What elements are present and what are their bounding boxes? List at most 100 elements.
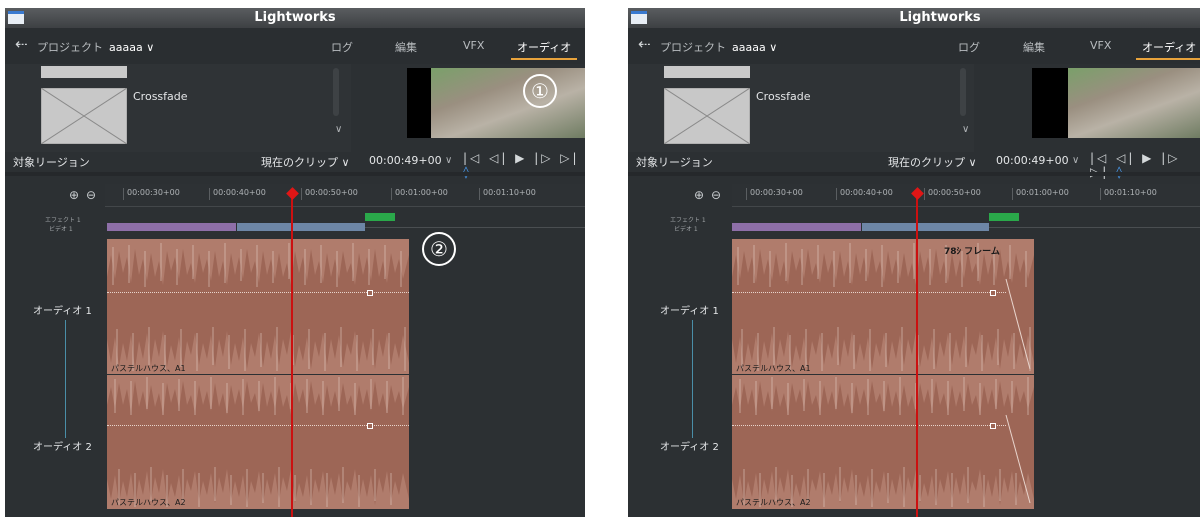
lightworks-window-after: Lightworks ⇠ プロジェクト aaaaa ∨ ログ 編集 VFX オーデ… bbox=[628, 8, 1200, 517]
target-region-label: 対象リージョン bbox=[636, 156, 713, 169]
tab-vfx[interactable]: VFX bbox=[1090, 39, 1111, 52]
clip-label-a1: パステルハウス、A1 bbox=[736, 364, 811, 373]
effects-scrollbar[interactable] bbox=[333, 68, 339, 116]
zoom-out-icon[interactable]: ⊖ bbox=[86, 188, 96, 202]
annotation-badge-2: ② bbox=[422, 232, 456, 266]
target-region-dropdown[interactable]: 現在のクリップ ∨ bbox=[261, 154, 350, 170]
audio-track-2-label: オーディオ 2 bbox=[33, 442, 92, 453]
ruler-tick: 00:00:30+00 bbox=[746, 188, 803, 200]
title-bar: Lightworks bbox=[5, 8, 585, 28]
video-clip-blue[interactable] bbox=[862, 223, 989, 231]
crossfade-thumbnail[interactable] bbox=[41, 88, 127, 144]
exit-icon[interactable]: ⇠ bbox=[15, 36, 31, 52]
effect-item-crossfade[interactable]: Crossfade bbox=[756, 90, 811, 103]
clip-label-a2: パステルハウス、A2 bbox=[736, 498, 811, 507]
audio-link-line bbox=[65, 320, 66, 438]
tab-log[interactable]: ログ bbox=[958, 39, 980, 55]
audio-link-line bbox=[692, 320, 693, 438]
chevron-down-icon[interactable]: ∨ bbox=[335, 124, 342, 135]
waveform-a1 bbox=[732, 239, 1034, 374]
tab-audio[interactable]: オーディオ bbox=[510, 39, 578, 60]
waveform-a1 bbox=[107, 239, 409, 374]
transport-icons[interactable]: |◁ ◁| ▶ |▷ ▷| bbox=[463, 151, 580, 165]
ruler-tick: 00:01:00+00 bbox=[1012, 188, 1069, 200]
tab-edit[interactable]: 編集 bbox=[1023, 39, 1045, 55]
window-title: Lightworks bbox=[254, 10, 336, 25]
effects-scrollbar[interactable] bbox=[960, 68, 966, 116]
timecode-chevron-icon[interactable]: ∨ bbox=[1072, 155, 1079, 166]
audio-clip-a1[interactable]: 78ｼ フレーム パステルハウス、A1 bbox=[732, 239, 1034, 374]
audio-clip-a1[interactable]: パステルハウス、A1 bbox=[107, 239, 409, 374]
annotation-badge-1: ① bbox=[523, 74, 557, 108]
target-region-dropdown[interactable]: 現在のクリップ ∨ bbox=[888, 154, 977, 170]
effects-panel: Crossfade ∨ bbox=[628, 64, 974, 152]
ruler-tick: 00:01:00+00 bbox=[391, 188, 448, 200]
fade-frames-label: 78ｼ フレーム bbox=[944, 247, 1000, 257]
playhead[interactable] bbox=[291, 192, 293, 517]
title-bar: Lightworks bbox=[628, 8, 1200, 28]
effect-track-label: エフェクト 1 bbox=[670, 217, 706, 224]
volume-line[interactable] bbox=[107, 425, 409, 426]
volume-line[interactable] bbox=[107, 292, 409, 293]
video-track-line bbox=[989, 227, 1200, 228]
ruler-tick: 00:00:40+00 bbox=[836, 188, 893, 200]
tab-audio[interactable]: オーディオ bbox=[1135, 39, 1200, 60]
viewer-panel bbox=[984, 64, 1200, 152]
audio-clip-a2[interactable]: パステルハウス、A2 bbox=[732, 375, 1034, 509]
ruler-tick: 00:00:40+00 bbox=[209, 188, 266, 200]
effect-track-label: エフェクト 1 bbox=[45, 217, 81, 224]
volume-keyframe[interactable] bbox=[990, 423, 996, 429]
project-name[interactable]: aaaaa ∨ bbox=[732, 41, 777, 54]
video-clip-blue[interactable] bbox=[237, 223, 365, 231]
audio-track-1-label: オーディオ 1 bbox=[33, 306, 92, 317]
effect-clip[interactable] bbox=[365, 213, 395, 221]
timecode-display[interactable]: 00:00:49+00 bbox=[369, 154, 442, 167]
project-selector[interactable]: プロジェクト aaaaa ∨ bbox=[37, 39, 154, 55]
ruler-tick: 00:00:50+00 bbox=[301, 188, 358, 200]
menu-bar: ⇠ プロジェクト aaaaa ∨ ログ 編集 VFX オーディオ bbox=[628, 28, 1200, 64]
volume-keyframe[interactable] bbox=[367, 423, 373, 429]
chevron-down-icon[interactable]: ∨ bbox=[962, 124, 969, 135]
volume-keyframe[interactable] bbox=[990, 290, 996, 296]
tab-edit[interactable]: 編集 bbox=[395, 39, 417, 55]
video-clip-purple[interactable] bbox=[732, 223, 861, 231]
crossfade-thumbnail[interactable] bbox=[664, 88, 750, 144]
video-preview bbox=[1068, 68, 1200, 138]
video-preview bbox=[431, 68, 585, 138]
volume-keyframe[interactable] bbox=[367, 290, 373, 296]
video-clip-purple[interactable] bbox=[107, 223, 236, 231]
tab-vfx[interactable]: VFX bbox=[463, 39, 484, 52]
effect-thumbnail-top bbox=[664, 66, 750, 78]
ruler-tick: 00:00:50+00 bbox=[924, 188, 981, 200]
project-selector[interactable]: プロジェクト aaaaa ∨ bbox=[660, 39, 777, 55]
ruler-tick: 00:01:10+00 bbox=[479, 188, 536, 200]
video-letterbox bbox=[1032, 68, 1068, 138]
effect-clip[interactable] bbox=[989, 213, 1019, 221]
timecode-chevron-icon[interactable]: ∨ bbox=[445, 155, 452, 166]
target-region-label: 対象リージョン bbox=[13, 156, 90, 169]
playhead[interactable] bbox=[916, 192, 918, 517]
video-track-line bbox=[365, 227, 585, 228]
zoom-in-icon[interactable]: ⊕ bbox=[69, 188, 79, 202]
menu-bar: ⇠ プロジェクト aaaaa ∨ ログ 編集 VFX オーディオ bbox=[5, 28, 585, 64]
effect-item-crossfade[interactable]: Crossfade bbox=[133, 90, 188, 103]
ruler-tick: 00:01:10+00 bbox=[1100, 188, 1157, 200]
zoom-out-icon[interactable]: ⊖ bbox=[711, 188, 721, 202]
timeline-ruler[interactable]: 00:00:30+00 00:00:40+00 00:00:50+00 00:0… bbox=[732, 184, 1200, 207]
volume-line[interactable] bbox=[732, 425, 1006, 426]
waveform-a2 bbox=[732, 375, 1034, 509]
audio-clip-a2[interactable]: パステルハウス、A2 bbox=[107, 375, 409, 509]
exit-icon[interactable]: ⇠ bbox=[638, 36, 654, 52]
volume-line[interactable] bbox=[732, 292, 1006, 293]
audio-track-1-label: オーディオ 1 bbox=[660, 306, 719, 317]
project-name[interactable]: aaaaa ∨ bbox=[109, 41, 154, 54]
zoom-in-icon[interactable]: ⊕ bbox=[694, 188, 704, 202]
separator bbox=[5, 172, 585, 176]
effects-panel: Crossfade ∨ bbox=[5, 64, 351, 152]
tab-log[interactable]: ログ bbox=[331, 39, 353, 55]
separator bbox=[628, 172, 1200, 176]
timeline-ruler[interactable]: 00:00:30+00 00:00:40+00 00:00:50+00 00:0… bbox=[105, 184, 585, 207]
clip-label-a2: パステルハウス、A2 bbox=[111, 498, 186, 507]
timecode-display[interactable]: 00:00:49+00 bbox=[996, 154, 1069, 167]
lightworks-window-before: Lightworks ⇠ プロジェクト aaaaa ∨ ログ 編集 VFX オーデ… bbox=[5, 8, 585, 517]
